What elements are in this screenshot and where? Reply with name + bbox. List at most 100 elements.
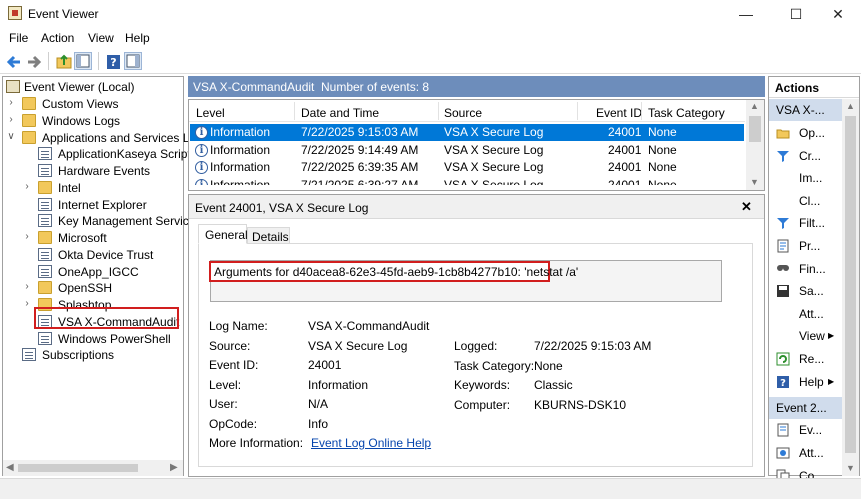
- tab-details[interactable]: Details: [247, 227, 290, 244]
- tree-item[interactable]: › Microsoft: [20, 230, 180, 247]
- detail-close-button[interactable]: ✕: [741, 199, 752, 215]
- event-count: Number of events: 8: [321, 80, 430, 94]
- event-row[interactable]: i Information 7/22/2025 9:15:03 AM VSA X Se…: [190, 124, 744, 141]
- tree-item[interactable]: Key Management Service: [20, 213, 195, 230]
- tree-item[interactable]: › Windows Logs: [4, 113, 180, 130]
- tree-expander-icon[interactable]: ›: [22, 298, 32, 309]
- tree-expander-icon[interactable]: ›: [6, 97, 16, 108]
- help-icon[interactable]: ?: [104, 52, 122, 70]
- event-id: 24001: [608, 177, 642, 185]
- tree-expander-icon[interactable]: ›: [22, 181, 32, 192]
- column-header-event-id[interactable]: Event ID: [596, 106, 642, 120]
- maximize-button[interactable]: ☐: [773, 0, 819, 28]
- tree-item[interactable]: OneApp_IGCC: [20, 264, 180, 281]
- event-id: 24001: [608, 125, 642, 139]
- column-divider: [294, 102, 295, 120]
- action-item[interactable]: Att...: [772, 442, 840, 464]
- detail-title-bar: Event 24001, VSA X Secure Log ✕: [189, 195, 764, 219]
- folder-icon: [22, 97, 36, 110]
- menu-help[interactable]: Help: [125, 31, 150, 45]
- tree-item[interactable]: ∨ Applications and Services Lo: [4, 130, 196, 147]
- scroll-left-icon[interactable]: ◀: [6, 462, 14, 473]
- actions-title: Actions: [775, 81, 820, 95]
- menu-file[interactable]: File: [9, 31, 28, 45]
- action-item[interactable]: Cl...: [772, 190, 840, 212]
- folder-up-icon[interactable]: [54, 52, 72, 70]
- action-item[interactable]: Fin...: [772, 258, 840, 280]
- field-label: Task Category:: [454, 358, 535, 373]
- event-row[interactable]: iInformation 7/21/2025 6:39:27 AM VSA X Se…: [190, 177, 744, 185]
- event-level: Information: [210, 160, 271, 174]
- tree-item[interactable]: Windows PowerShell: [20, 331, 180, 348]
- tree-expander-icon[interactable]: ∨: [6, 131, 16, 142]
- tab-general[interactable]: General: [198, 224, 248, 244]
- action-item-label: View: [799, 329, 825, 344]
- action-item[interactable]: Filt...: [772, 212, 840, 234]
- scroll-down-icon[interactable]: ▼: [750, 177, 759, 187]
- blank-icon: [776, 329, 790, 343]
- scroll-down-icon[interactable]: ▼: [846, 463, 855, 473]
- column-header-task-category[interactable]: Task Category: [648, 106, 725, 120]
- action-item-label: Cr...: [799, 148, 822, 163]
- event-log-online-help-link[interactable]: Event Log Online Help: [311, 436, 431, 450]
- tree-item-label: Key Management Service: [58, 214, 196, 229]
- tree-item[interactable]: ApplicationKaseya Script: [20, 146, 191, 163]
- tree-expander-icon[interactable]: ›: [22, 281, 32, 292]
- tree-item-label: Microsoft: [58, 231, 107, 245]
- action-item-label: Op...: [799, 126, 826, 140]
- scroll-up-icon[interactable]: ▲: [750, 101, 759, 111]
- tree-item[interactable]: Hardware Events: [20, 163, 180, 180]
- folder-icon: [38, 231, 52, 244]
- action-item-label: Help: [799, 374, 824, 389]
- event-datetime: 7/22/2025 9:15:03 AM: [301, 125, 419, 139]
- tree-root[interactable]: Event Viewer (Local): [4, 79, 184, 96]
- action-item[interactable]: Re...: [772, 348, 840, 370]
- scroll-up-icon[interactable]: ▲: [846, 101, 855, 111]
- column-header-source[interactable]: Source: [444, 106, 482, 120]
- show-hide-tree-icon[interactable]: [74, 52, 92, 70]
- event-row[interactable]: i Information 7/22/2025 9:14:49 AM VSA X Se…: [190, 142, 744, 159]
- event-level: Information: [210, 177, 271, 185]
- scroll-right-icon[interactable]: ▶: [170, 462, 178, 473]
- field-label: OpCode:: [209, 416, 258, 431]
- show-hide-action-pane-icon[interactable]: [124, 52, 142, 70]
- action-item[interactable]: Pr...: [772, 235, 840, 257]
- tree-item[interactable]: › Custom Views: [4, 96, 180, 113]
- message-highlight: Arguments for d40acea8-62e3-45fd-aeb9-1c…: [209, 261, 578, 282]
- actions-scroll-thumb[interactable]: [845, 116, 856, 453]
- grid-scroll-thumb[interactable]: [749, 116, 761, 142]
- tree-root-label: Event Viewer (Local): [24, 80, 135, 94]
- tab-details-label: Details: [252, 230, 289, 244]
- column-header-datetime[interactable]: Date and Time: [301, 106, 379, 120]
- tree-item[interactable]: › OpenSSH: [20, 280, 180, 297]
- action-item[interactable]: Att...: [772, 303, 840, 325]
- minimize-button[interactable]: —: [723, 0, 769, 28]
- event-row[interactable]: i Information 7/22/2025 6:39:35 AM VSA X Se…: [190, 159, 744, 176]
- tree-item[interactable]: Internet Explorer: [20, 197, 180, 214]
- field-value: Classic: [534, 378, 573, 392]
- menu-action[interactable]: Action: [41, 31, 74, 45]
- action-item[interactable]: Cr...: [772, 145, 840, 167]
- forward-arrow-icon[interactable]: [24, 52, 42, 70]
- action-item[interactable]: Sa...: [772, 280, 840, 302]
- submenu-arrow-icon: ▶: [828, 376, 835, 386]
- action-item[interactable]: View ▶: [772, 325, 840, 347]
- back-arrow-icon[interactable]: [4, 52, 22, 70]
- field-label: Keywords:: [454, 378, 511, 392]
- tree-item[interactable]: Okta Device Trust: [20, 247, 180, 264]
- tree-expander-icon[interactable]: ›: [6, 114, 16, 125]
- tree-expander-icon[interactable]: ›: [22, 231, 32, 242]
- action-item[interactable]: Op...: [772, 122, 840, 144]
- action-item[interactable]: Im...: [772, 167, 840, 189]
- help-icon: ?: [776, 375, 790, 389]
- menu-view[interactable]: View: [88, 31, 114, 45]
- tree-item-label: Custom Views: [42, 97, 119, 111]
- tree-item[interactable]: Subscriptions: [4, 347, 180, 364]
- action-item[interactable]: Ev...: [772, 419, 840, 441]
- close-window-button[interactable]: ✕: [815, 0, 861, 28]
- tree-item[interactable]: › Intel: [20, 180, 180, 197]
- tree-scroll-thumb[interactable]: [18, 464, 138, 472]
- actions-section-log-label: VSA X-...: [776, 103, 825, 117]
- column-header-level[interactable]: Level: [196, 106, 225, 120]
- action-item[interactable]: ? Help ▶: [772, 371, 840, 393]
